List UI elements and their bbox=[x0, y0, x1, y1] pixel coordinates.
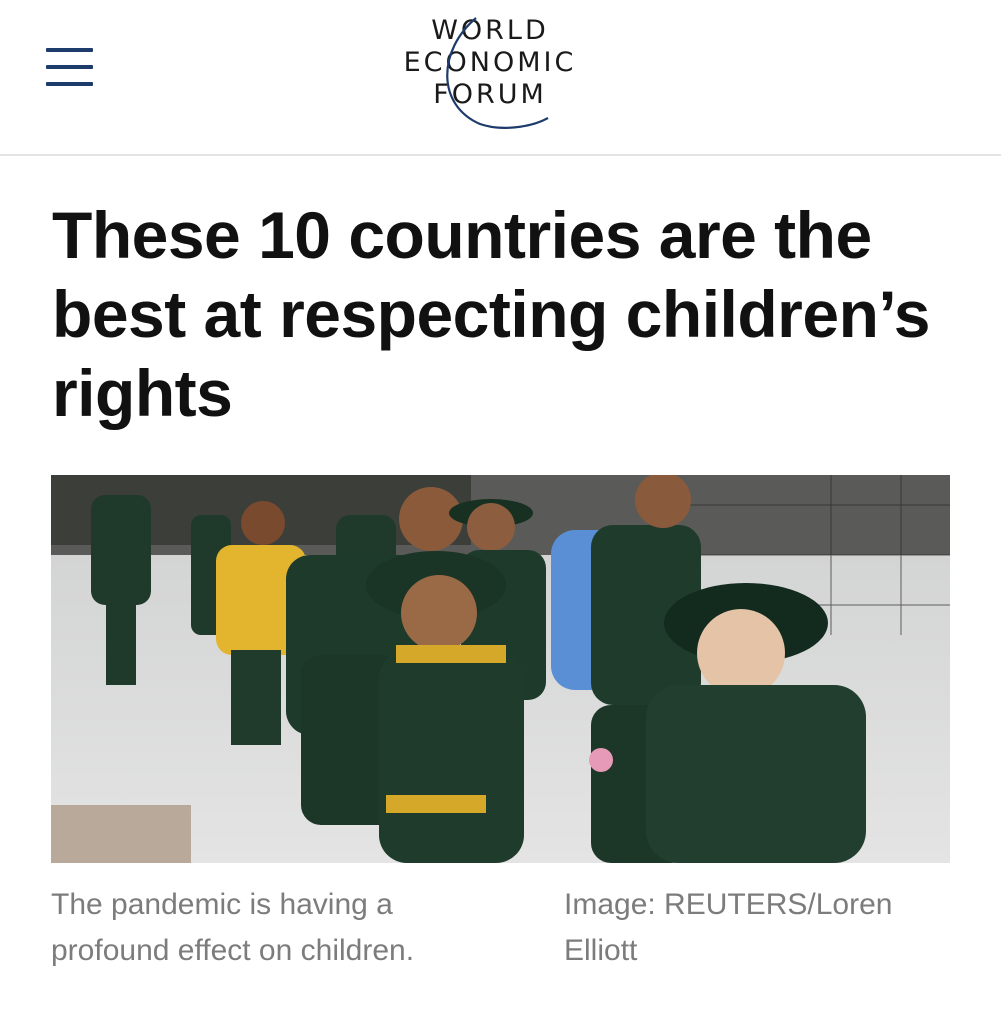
menu-bar-top bbox=[46, 48, 93, 52]
article-title: These 10 countries are the best at respe… bbox=[52, 198, 930, 430]
image-caption: The pandemic is having a profound effect… bbox=[51, 888, 415, 967]
menu-bar-middle bbox=[46, 65, 93, 69]
menu-bar-bottom bbox=[46, 82, 93, 86]
article-hero-image bbox=[51, 475, 950, 863]
wef-logo[interactable]: WORLD ECONOMIC FORUM bbox=[380, 10, 600, 135]
schoolchildren-photo bbox=[51, 475, 950, 863]
image-credit: Image: REUTERS/Loren Elliott bbox=[564, 888, 893, 967]
logo-arc-icon bbox=[446, 17, 549, 129]
site-header: WORLD ECONOMIC FORUM bbox=[0, 0, 1001, 156]
hamburger-menu-icon[interactable] bbox=[46, 48, 94, 88]
